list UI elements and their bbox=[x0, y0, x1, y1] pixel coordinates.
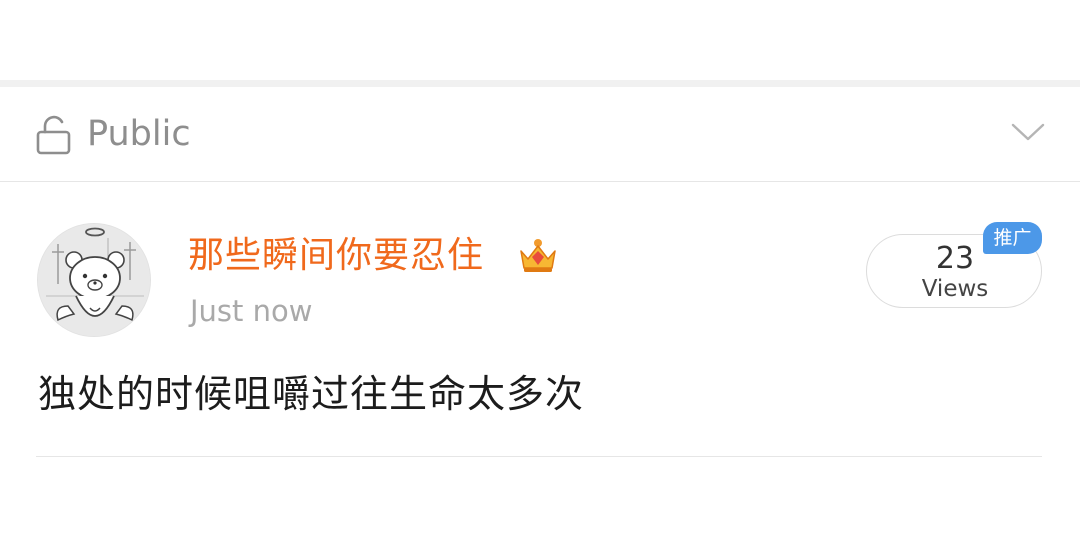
username-link[interactable]: 那些瞬间你要忍住 bbox=[188, 233, 484, 279]
post-divider bbox=[36, 456, 1042, 457]
section-divider bbox=[0, 80, 1080, 87]
visibility-selector[interactable]: Public bbox=[0, 87, 1080, 182]
crown-icon[interactable] bbox=[518, 237, 558, 275]
avatar[interactable] bbox=[37, 223, 151, 337]
promote-badge[interactable]: 推广 bbox=[983, 222, 1042, 254]
chevron-down-icon[interactable] bbox=[1010, 120, 1046, 144]
post-text: 独处的时候咀嚼过往生命太多次 bbox=[38, 372, 585, 416]
visibility-label: Public bbox=[87, 114, 191, 154]
avatar-bear-image bbox=[38, 224, 150, 336]
top-area bbox=[0, 0, 1080, 80]
post-composer-screen: Public 那些瞬间你要忍住 Just now 23 Views 推广 独处的… bbox=[0, 0, 1080, 540]
post-card: 那些瞬间你要忍住 Just now 23 Views 推广 独处的时候咀嚼过往生… bbox=[0, 183, 1080, 458]
lock-open-icon bbox=[36, 115, 71, 155]
timestamp: Just now bbox=[190, 294, 313, 328]
views-label: Views bbox=[921, 276, 989, 302]
